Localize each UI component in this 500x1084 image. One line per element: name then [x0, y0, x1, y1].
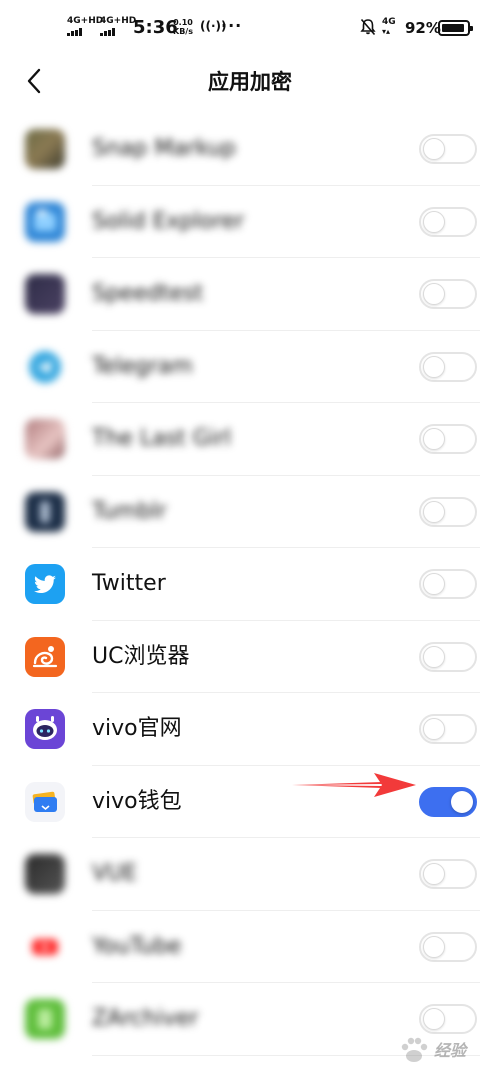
vivo-wallet-icon: [25, 781, 65, 822]
app-name: Telegram: [92, 353, 193, 379]
clock: 5:36: [133, 17, 178, 38]
lock-toggle[interactable]: [419, 786, 477, 817]
youtube-icon: [25, 926, 65, 967]
lock-toggle[interactable]: [419, 496, 477, 527]
app-name: Tumblr: [92, 498, 167, 524]
list-item: VUE: [0, 838, 500, 911]
sim2-signal-icon: 4G+HD: [100, 17, 136, 36]
lock-toggle[interactable]: [419, 134, 477, 164]
app-name: Solid Explorer: [92, 208, 245, 234]
list-item: Tumblr: [0, 476, 500, 549]
mute-bell-icon: [360, 18, 376, 36]
the-last-girl-icon: [25, 419, 65, 459]
lock-toggle[interactable]: [419, 931, 477, 962]
list-item: Twitter: [0, 548, 500, 621]
battery-icon: [438, 20, 473, 36]
app-name: VUE: [92, 861, 138, 886]
header: 应用加密: [0, 56, 500, 106]
paw-icon: [401, 1037, 428, 1062]
list-item: Solid Explorer: [0, 186, 500, 259]
vue-icon: [25, 854, 65, 894]
list-item: vivo钱包: [0, 766, 500, 839]
mobile-data-icon: 4G ▾▴: [382, 17, 396, 37]
vivo-official-icon: [25, 709, 65, 749]
sim2-label: 4G+HD: [100, 16, 137, 26]
lock-toggle[interactable]: [419, 206, 477, 237]
network-speed-unit: KB/s: [173, 27, 193, 36]
sim1-label: 4G+HD: [67, 16, 104, 26]
speedtest-icon: [25, 274, 65, 314]
sim1-signal-icon: 4G+HD: [67, 17, 103, 36]
tumblr-icon: [25, 491, 65, 532]
lock-toggle[interactable]: [419, 569, 477, 599]
app-name: vivo官网: [92, 716, 182, 741]
zarchiver-icon: [25, 999, 65, 1039]
battery-percent: 92%: [405, 19, 441, 37]
uc-browser-icon: [25, 636, 65, 677]
app-name: Twitter: [92, 571, 166, 596]
app-name: Speedtest: [92, 281, 204, 306]
lock-toggle[interactable]: [419, 641, 477, 672]
page-title: 应用加密: [208, 70, 292, 94]
watermark: 经验: [396, 1030, 496, 1070]
list-item: Speedtest: [0, 258, 500, 331]
app-name: YouTube: [92, 933, 182, 959]
list-item: The Last Girl: [0, 403, 500, 476]
lock-toggle[interactable]: [419, 859, 477, 889]
annotation-arrow-icon: [292, 773, 416, 797]
status-bar: 4G+HD 4G+HD 5:36 0.10 KB/s ((·)) ··· 4G ▾…: [0, 0, 500, 56]
list-item: YouTube: [0, 911, 500, 984]
app-name: ZArchiver: [92, 1006, 199, 1031]
list-item: Telegram: [0, 331, 500, 404]
mobile-data-label: 4G: [382, 17, 396, 27]
more-notifications-icon: ···: [221, 16, 243, 35]
snap-markup-icon: [25, 129, 65, 169]
app-name: The Last Girl: [92, 426, 232, 451]
lock-toggle[interactable]: [419, 714, 477, 744]
app-name: UC浏览器: [92, 643, 190, 669]
app-name: vivo钱包: [92, 788, 182, 814]
lock-toggle[interactable]: [419, 424, 477, 454]
solid-explorer-icon: [25, 201, 65, 242]
network-speed-value: 0.10: [173, 18, 193, 27]
lock-toggle[interactable]: [419, 279, 477, 309]
app-name: Snap Markup: [92, 136, 236, 161]
telegram-icon: [25, 346, 65, 387]
list-item: vivo官网: [0, 693, 500, 766]
network-speed: 0.10 KB/s: [173, 18, 193, 36]
list-item: UC浏览器: [0, 621, 500, 694]
watermark-text: 经验: [434, 1041, 467, 1060]
app-lock-list: Snap Markup Solid Explorer Speedtest Tel…: [0, 113, 500, 1056]
twitter-icon: [25, 564, 65, 604]
lock-toggle[interactable]: [419, 351, 477, 382]
list-item: Snap Markup: [0, 113, 500, 186]
